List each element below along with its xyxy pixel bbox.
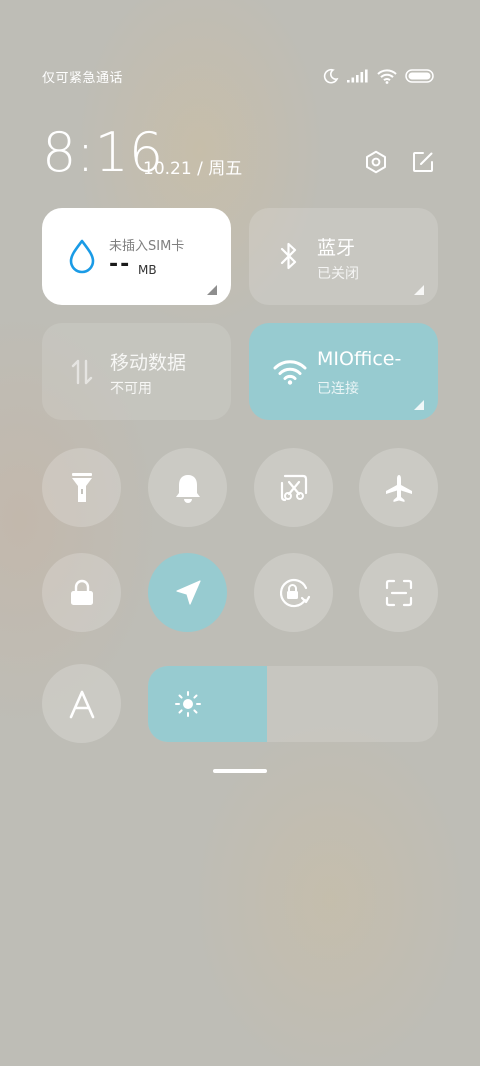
bluetooth-card[interactable]: 蓝牙 已关闭	[249, 208, 438, 305]
settings-icon[interactable]	[364, 150, 388, 174]
bluetooth-icon	[273, 238, 305, 274]
sun-icon	[174, 690, 202, 718]
data-usage-value: --	[109, 252, 132, 277]
location-arrow-icon	[174, 579, 202, 607]
header-actions	[364, 150, 435, 174]
rotation-lock-icon	[276, 576, 312, 610]
moon-icon	[323, 68, 339, 84]
airplane-mode-toggle[interactable]	[359, 448, 438, 527]
edit-icon[interactable]	[411, 150, 435, 174]
location-toggle[interactable]	[148, 553, 227, 632]
status-icons	[323, 68, 435, 84]
rotation-lock-toggle[interactable]	[254, 553, 333, 632]
drag-handle[interactable]	[213, 769, 267, 773]
brightness-slider[interactable]	[148, 666, 438, 742]
expand-corner-icon[interactable]	[207, 285, 217, 295]
mobile-data-title: 移动数据	[110, 352, 187, 374]
mobile-data-icon	[66, 353, 98, 389]
flashlight-icon	[69, 472, 95, 504]
lock-icon	[69, 579, 95, 607]
bluetooth-title: 蓝牙	[317, 237, 356, 259]
bluetooth-status: 已关闭	[317, 266, 359, 282]
flashlight-toggle[interactable]	[42, 448, 121, 527]
wifi-status: 已连接	[317, 381, 359, 397]
data-usage-card[interactable]: 未插入SIM卡 -- MB	[42, 208, 231, 305]
expand-corner-icon[interactable]	[414, 285, 424, 295]
screenshot-toggle[interactable]	[254, 448, 333, 527]
mobile-data-status: 不可用	[110, 381, 152, 397]
mute-toggle[interactable]	[148, 448, 227, 527]
scanner-toggle[interactable]	[359, 553, 438, 632]
date-text: 10.21 / 周五	[143, 159, 243, 179]
mobile-data-card[interactable]: 移动数据 不可用	[42, 323, 231, 420]
bell-icon	[174, 473, 202, 503]
signal-icon	[347, 69, 369, 83]
wifi-network-name: MIOffice-	[317, 348, 402, 370]
brightness-level-fill	[148, 666, 267, 742]
wifi-status-icon	[377, 68, 397, 84]
status-bar: 仅可紧急通话	[42, 62, 435, 90]
screenshot-scissors-icon	[279, 473, 309, 503]
scan-icon	[384, 578, 414, 608]
lock-screen-toggle[interactable]	[42, 553, 121, 632]
water-drop-icon	[66, 238, 98, 274]
clock-row: 8:16 10.21 / 周五	[42, 118, 435, 188]
data-usage-unit: MB	[138, 263, 157, 277]
wifi-icon	[273, 353, 307, 389]
battery-icon	[405, 69, 435, 83]
carrier-status: 仅可紧急通话	[42, 70, 124, 86]
auto-brightness-toggle[interactable]	[42, 664, 121, 743]
airplane-icon	[384, 473, 414, 503]
letter-a-icon	[68, 689, 96, 719]
wifi-card[interactable]: MIOffice- 已连接	[249, 323, 438, 420]
expand-corner-icon[interactable]	[414, 400, 424, 410]
